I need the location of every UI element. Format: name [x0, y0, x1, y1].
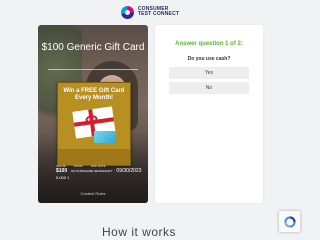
stat-value: $100 — [56, 168, 68, 174]
stat-values: $100 NO PURCHASE NECESSARY 09/30/2023 — [56, 168, 148, 174]
offer-stats: VALUE DRAW END DATE $100 NO PURCHASE NEC… — [56, 164, 148, 180]
brand-line-2: TEST CONNECT — [137, 11, 180, 17]
how-it-works-heading: How it works — [102, 225, 177, 239]
promo-graphic: Win a FREE Gift Card Every Month! — [57, 82, 131, 166]
consumer-test-connect-logo-icon — [120, 5, 134, 19]
question-text: Do you use cash? — [187, 56, 231, 62]
stat-draw: NO PURCHASE NECESSARY — [71, 169, 113, 173]
promo-bottom-band — [58, 149, 130, 165]
contest-rules-link[interactable]: Contest Rules — [38, 191, 148, 196]
stat-labels: VALUE DRAW END DATE — [56, 164, 148, 168]
brand-name: CONSUMER TEST CONNECT — [138, 7, 179, 17]
answer-yes-button[interactable]: Yes — [169, 67, 249, 79]
question-progress-heading: Answer question 1 of 2: — [175, 41, 243, 47]
stat-label-end-date: END DATE — [90, 164, 106, 168]
offer-card: $100 Generic Gift Card Win a FREE Gift C… — [38, 25, 148, 203]
recaptcha-badge[interactable] — [279, 211, 300, 232]
stat-label-draw: DRAW — [73, 164, 83, 168]
promo-text: Win a FREE Gift Card Every Month! — [63, 88, 125, 101]
stat-winners: 5,000 1 — [56, 175, 70, 180]
offer-title-divider — [48, 69, 138, 70]
stat-end-date: 09/30/2023 — [116, 168, 142, 174]
site-header: CONSUMER TEST CONNECT — [0, 0, 300, 24]
recaptcha-icon — [283, 215, 296, 228]
brand-logo[interactable]: CONSUMER TEST CONNECT — [120, 5, 179, 19]
answer-no-button[interactable]: No — [169, 82, 249, 94]
question-card: Answer question 1 of 2: Do you use cash?… — [155, 25, 263, 203]
offer-title: $100 Generic Gift Card — [41, 42, 145, 53]
stat-label-value: VALUE — [56, 164, 66, 168]
gift-card-icon — [94, 131, 116, 143]
